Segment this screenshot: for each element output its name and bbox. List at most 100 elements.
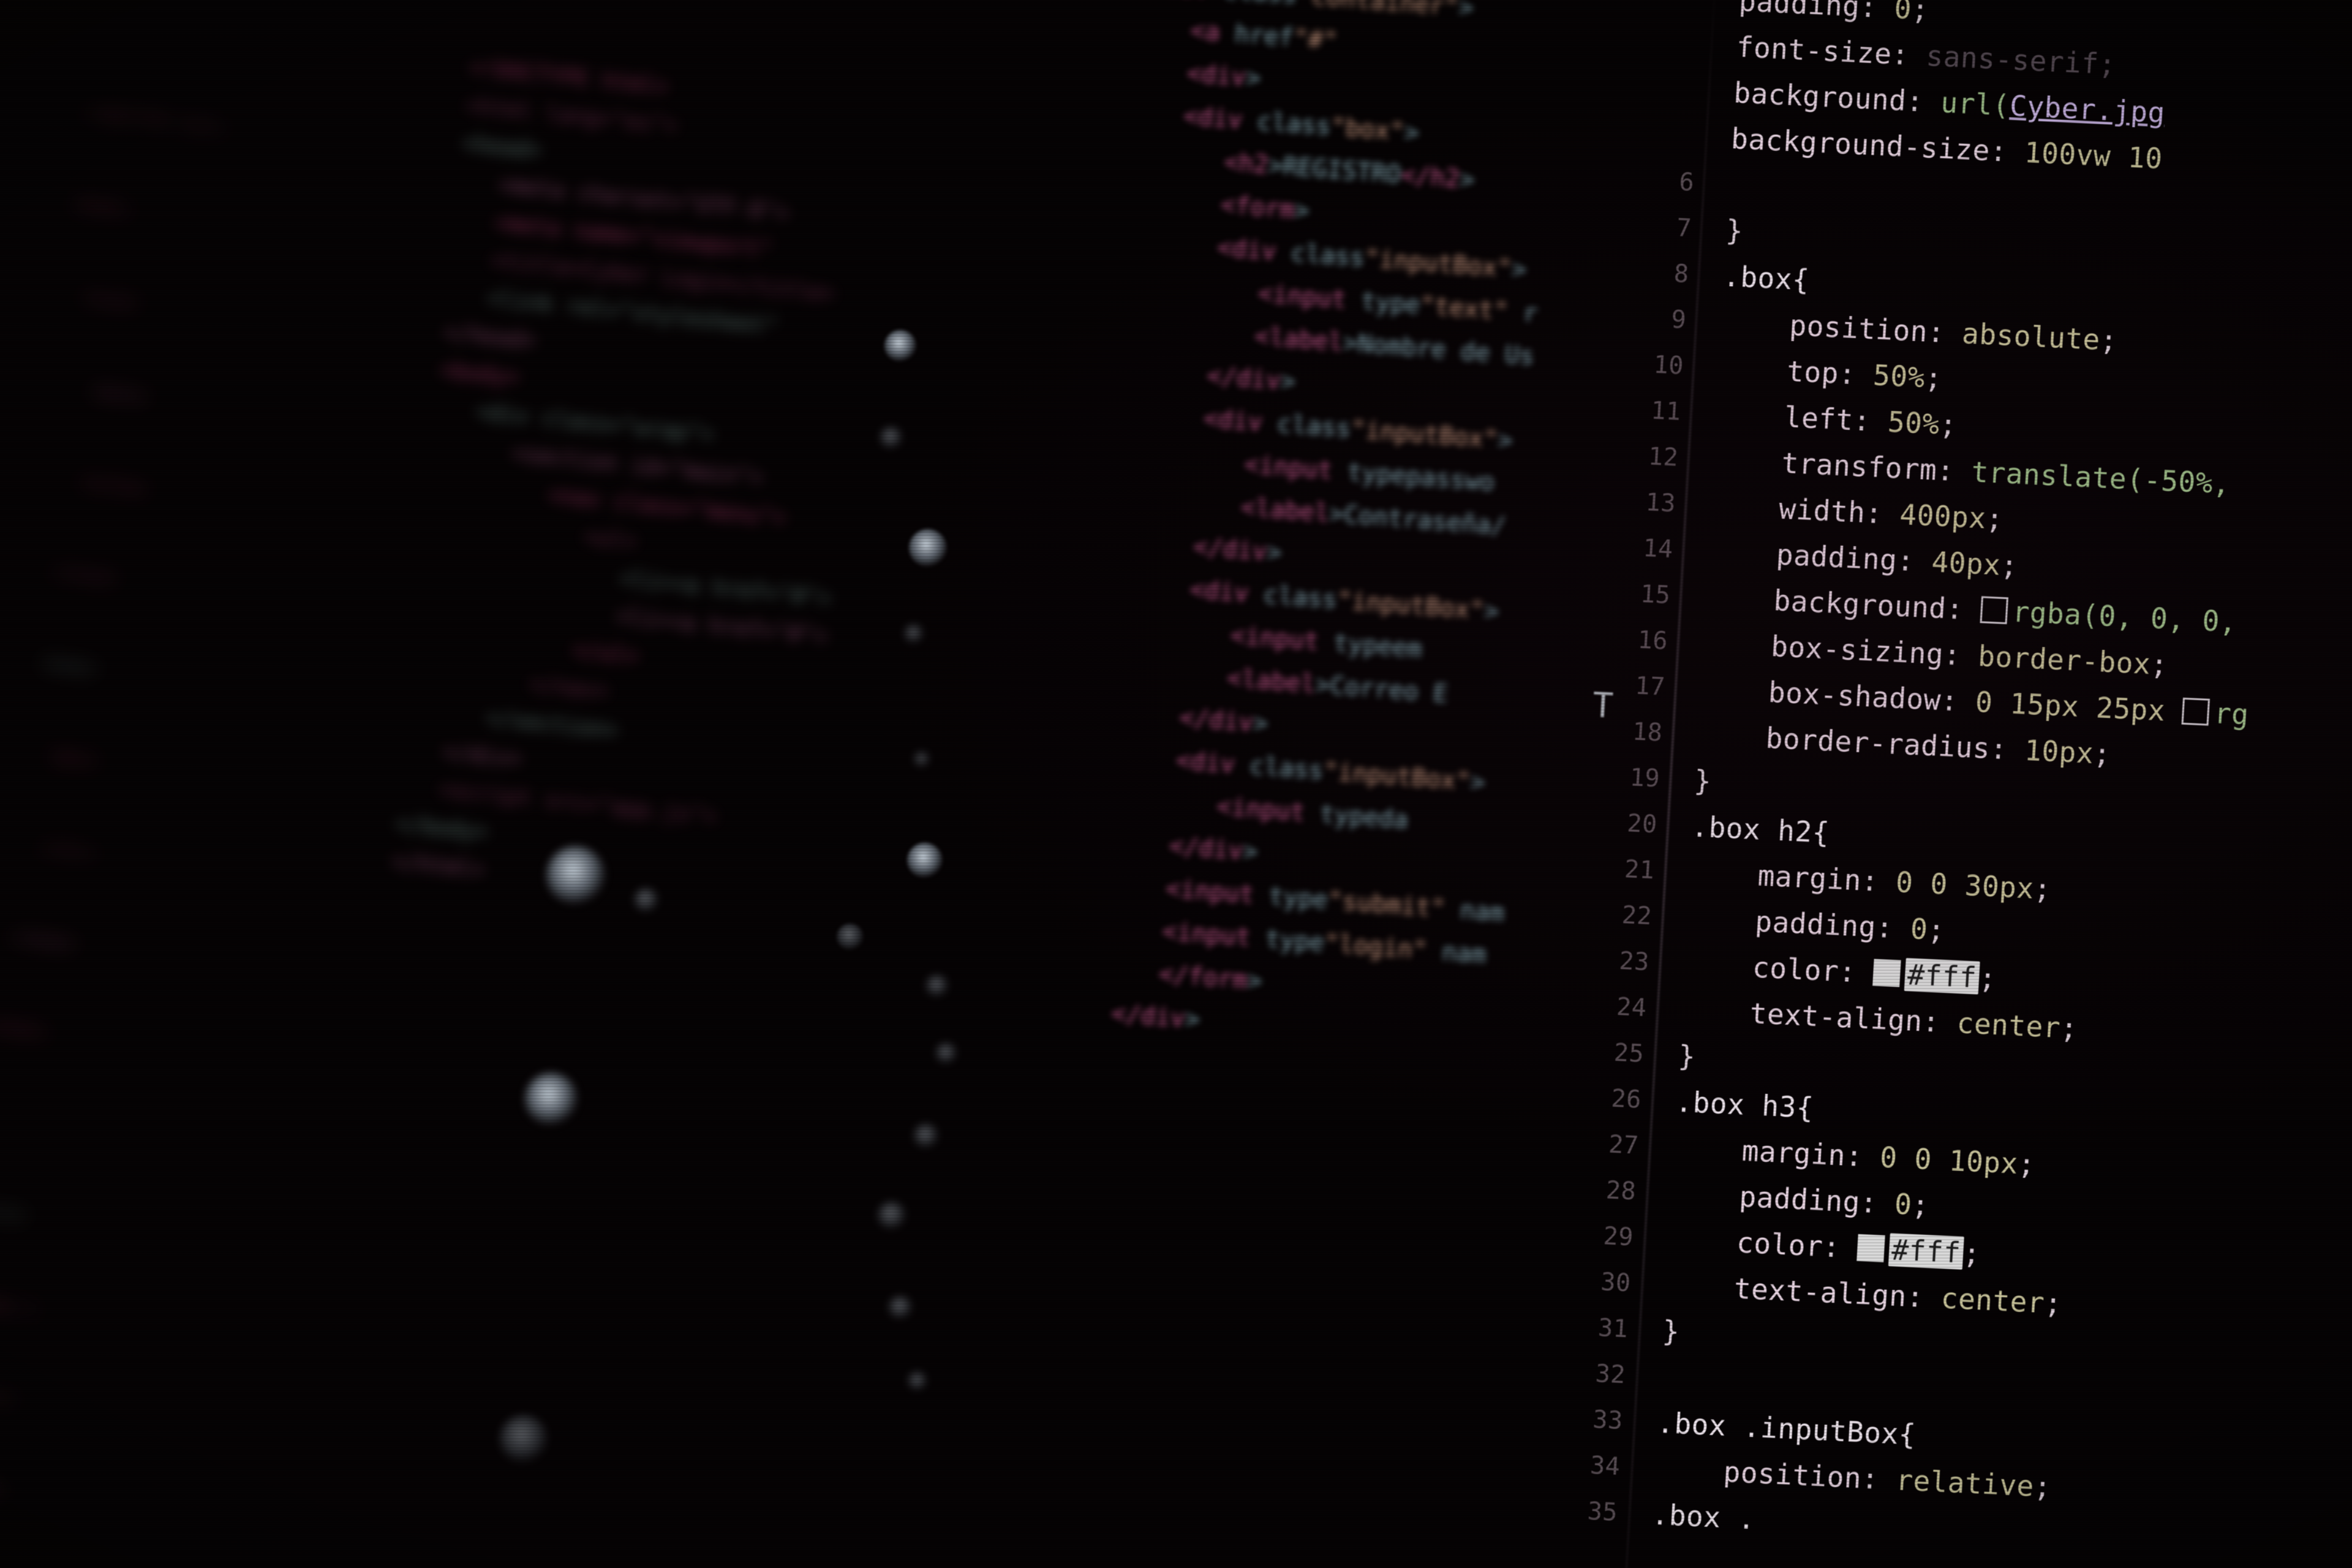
line-number: 15 xyxy=(1639,579,1672,610)
code-token: Cyber.jpg xyxy=(2008,89,2166,130)
code-token: : xyxy=(1859,1185,1896,1221)
code-token: 50% xyxy=(1887,405,1941,441)
code-token: 40px xyxy=(1931,545,2002,582)
code-token: #fff xyxy=(1904,958,1980,995)
code-token: "text" xyxy=(1419,291,1510,326)
line-number: 7 xyxy=(1675,214,1693,243)
code-token: <a xyxy=(1189,17,1221,47)
code-token: : xyxy=(1864,496,1901,531)
code-token: .box . xyxy=(1651,1498,1757,1536)
code-token: class xyxy=(1247,579,1338,614)
code-token: </div xyxy=(1192,532,1268,567)
code-token: <form xyxy=(1219,190,1296,225)
code-token: box-sizing xyxy=(1701,626,1945,671)
line-number: 24 xyxy=(1615,992,1648,1023)
code-token: margin xyxy=(1672,1131,1847,1172)
code-token: r xyxy=(1507,298,1539,328)
code-token: text-align xyxy=(1664,1268,1908,1313)
bokeh-dot xyxy=(909,529,947,567)
code-token: 0 0 10px xyxy=(1879,1140,2019,1180)
code-panel-left: <!DOCTYPE html> <html lang="es"> <head> <m… xyxy=(390,49,1081,940)
code-token: ; xyxy=(1962,1236,1981,1271)
code-token: 0 xyxy=(1893,0,1913,26)
line-number: 25 xyxy=(1613,1038,1645,1068)
code-token: > xyxy=(1403,118,1420,148)
code-token: rgba(0, 0, 0, xyxy=(2011,595,2238,639)
code-token: : xyxy=(1905,1280,1942,1315)
line-number: 30 xyxy=(1600,1268,1632,1298)
code-token: <div xyxy=(1148,0,1210,3)
code-token: 0 xyxy=(1893,1187,1913,1221)
line-number: 31 xyxy=(1597,1313,1629,1344)
line-number: 23 xyxy=(1618,946,1651,977)
code-token: : xyxy=(1858,0,1896,25)
code-token: ; xyxy=(1999,548,2019,582)
code-token: / xyxy=(1490,511,1507,541)
code-token: > xyxy=(1457,0,1475,23)
code-token: .box .inputBox{ xyxy=(1656,1406,1917,1452)
code-token: 50% xyxy=(1872,358,1926,394)
code-token: ; xyxy=(1978,961,1997,995)
bokeh-dot xyxy=(914,1124,938,1148)
line-number: 12 xyxy=(1647,442,1679,472)
code-token: : xyxy=(1838,356,1874,392)
code-token: : xyxy=(1822,1230,1859,1265)
code-token: <h2 xyxy=(1223,148,1270,179)
code-token: : xyxy=(1890,37,1928,72)
code-token: : xyxy=(1838,954,1875,990)
code-token: type xyxy=(1345,285,1422,320)
code-token: "inputBox" xyxy=(1336,586,1485,625)
bokeh-dot xyxy=(500,1415,548,1463)
code-token: 100vw 10 xyxy=(2023,135,2164,176)
line-number: 21 xyxy=(1623,855,1656,885)
code-token: : xyxy=(1844,1139,1881,1174)
code-token: ; xyxy=(2043,1286,2063,1321)
code-token: <input xyxy=(1215,792,1306,827)
code-token: : xyxy=(1875,910,1912,946)
code-token: : xyxy=(1942,638,1980,673)
code-token: top xyxy=(1717,351,1840,390)
code-token: href xyxy=(1218,18,1295,53)
code-token: position xyxy=(1653,1452,1863,1495)
line-number: 17 xyxy=(1634,671,1666,701)
code-token: > xyxy=(1458,165,1476,195)
bokeh-dot xyxy=(525,1073,578,1126)
code-token: "inputBox" xyxy=(1349,415,1499,454)
color-swatch-icon xyxy=(2182,697,2211,726)
bokeh-dot xyxy=(907,843,943,878)
code-token: background xyxy=(1703,580,1948,625)
code-token: text-align xyxy=(1679,993,1924,1038)
code-token: <div xyxy=(1186,59,1247,92)
code-panel-css[interactable]: margin: 0; padding: 0; font-size: sans-ser… xyxy=(1525,0,2352,1568)
code-token: : xyxy=(1945,592,1982,627)
code-token: 400px xyxy=(1899,497,1988,535)
code-token: > xyxy=(1242,837,1259,867)
line-number: 16 xyxy=(1637,625,1669,656)
code-token: <div xyxy=(1202,404,1264,437)
bokeh-dot xyxy=(889,1296,912,1319)
code-token: > xyxy=(1183,1005,1201,1035)
code-token: padding xyxy=(1685,902,1877,944)
bokeh-dot xyxy=(908,1372,927,1390)
code-token: <input xyxy=(1229,621,1321,656)
code-token: .box h3{ xyxy=(1675,1085,1815,1125)
code-token: : xyxy=(1926,315,1963,350)
code-token: em xyxy=(1391,633,1423,664)
code-token: </div xyxy=(1168,832,1244,865)
code-token: class xyxy=(1261,409,1352,443)
code-token: ; xyxy=(2099,323,2119,358)
line-number: 10 xyxy=(1653,350,1685,380)
code-token: position xyxy=(1719,305,1929,349)
code-token: } xyxy=(1661,1314,1681,1349)
code-token: 0 xyxy=(1909,912,1929,946)
line-number: 18 xyxy=(1631,717,1664,747)
code-token: : xyxy=(1896,543,1933,579)
code-token: width xyxy=(1709,489,1866,530)
code-token: : xyxy=(1936,453,1973,489)
code-token: transform xyxy=(1711,443,1938,487)
line-number: 13 xyxy=(1645,488,1677,518)
code-token: relative xyxy=(1894,1463,2035,1503)
code-token: >REGISTRO xyxy=(1267,151,1402,189)
code-token: type xyxy=(1250,924,1325,957)
code-token: ; xyxy=(1924,361,1943,395)
